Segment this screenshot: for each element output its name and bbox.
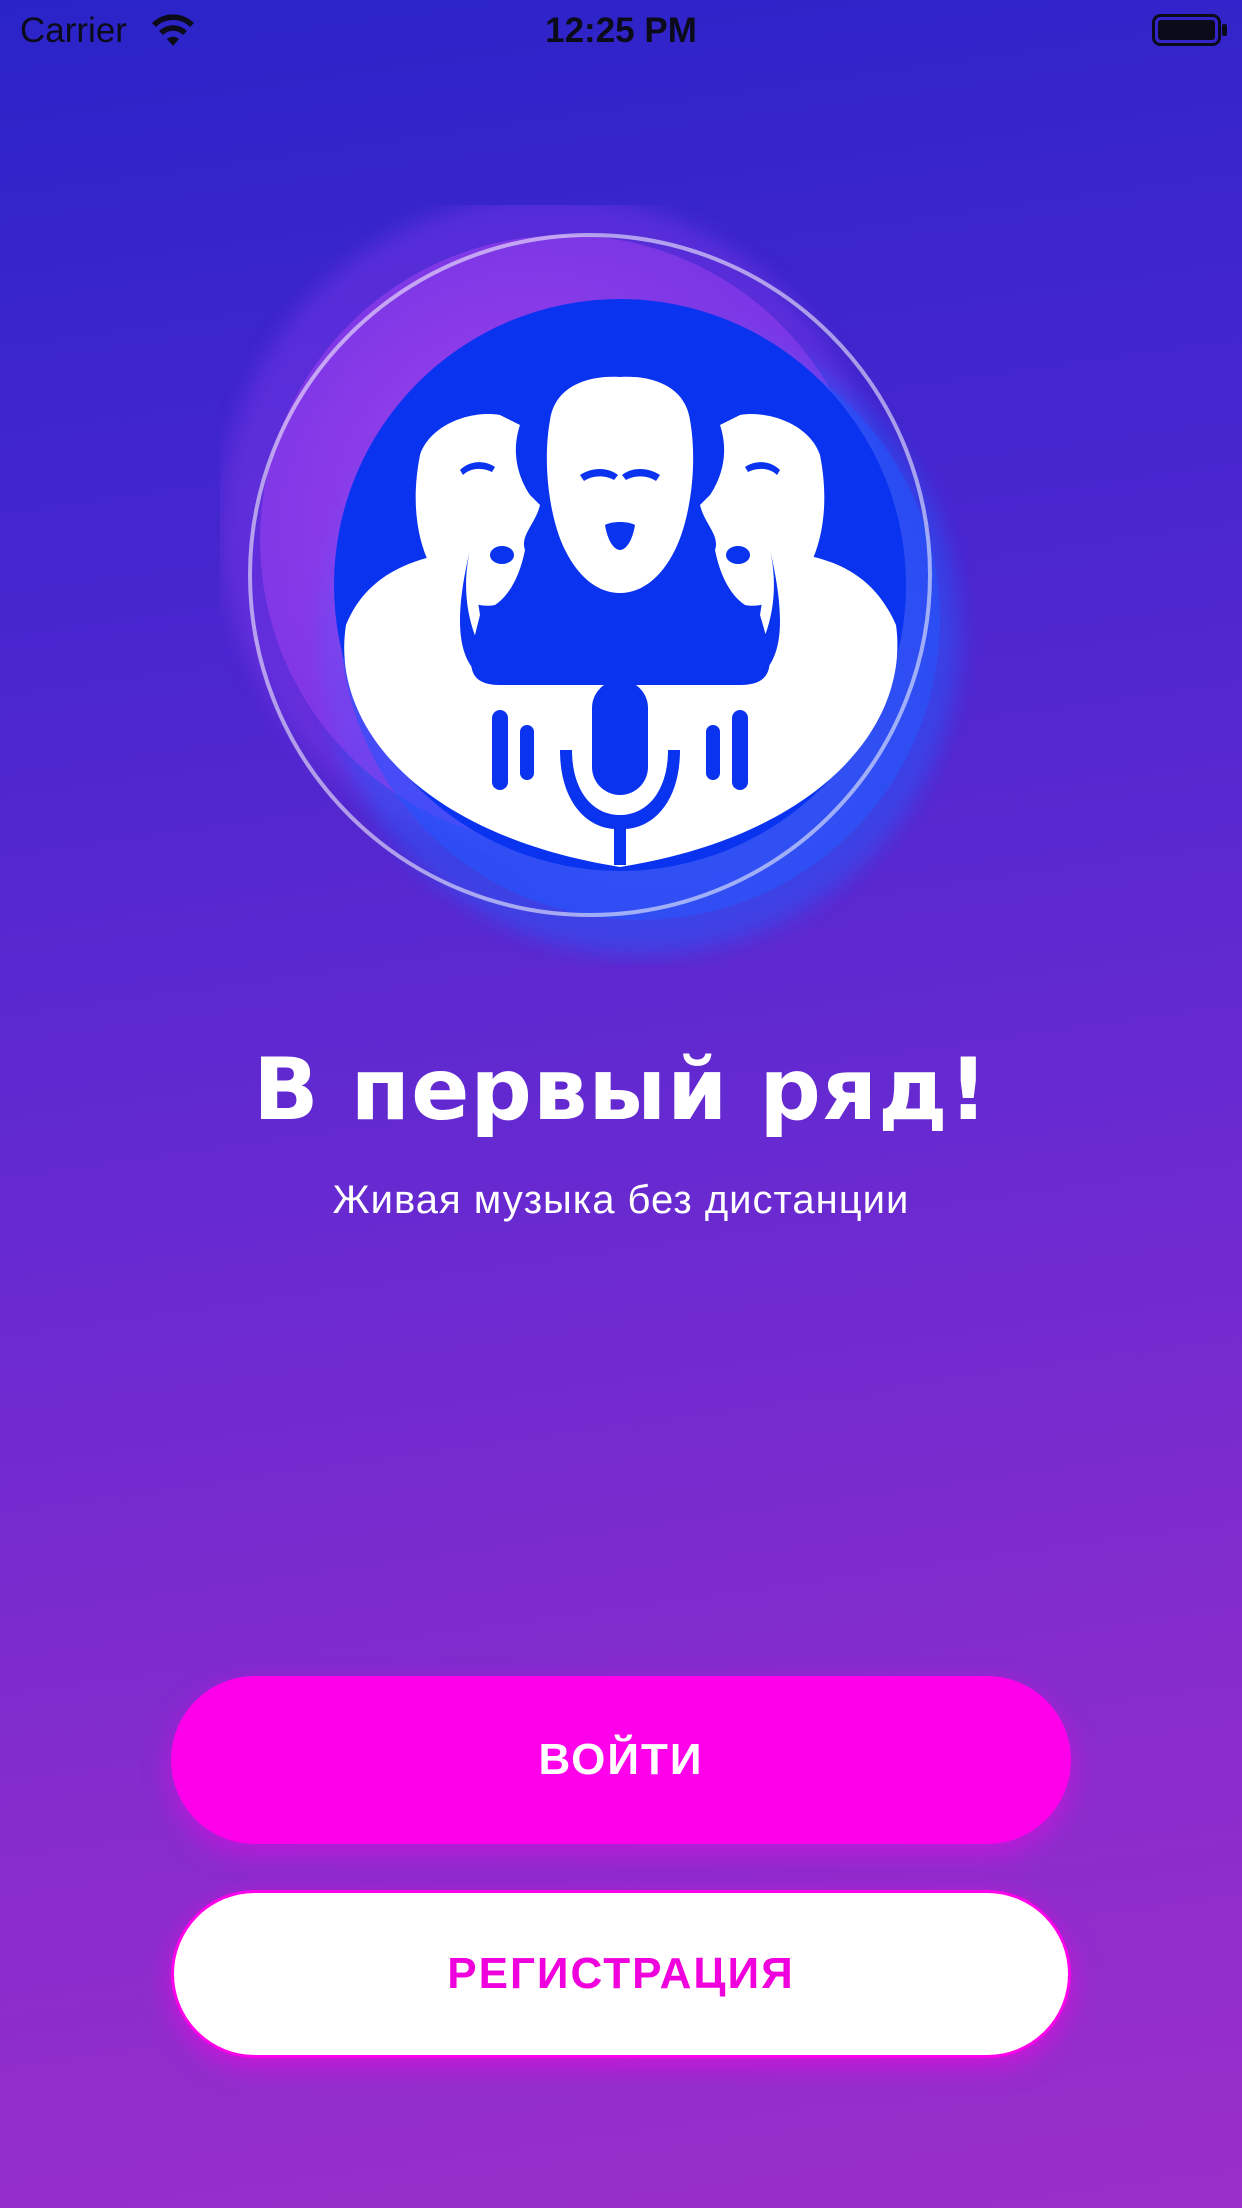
register-button[interactable]: РЕГИСТРАЦИЯ [171, 1890, 1071, 2058]
welcome-subtitle: Живая музыка без дистанции [332, 1178, 910, 1222]
app-logo [220, 205, 960, 955]
login-button[interactable]: ВОЙТИ [171, 1676, 1071, 1844]
status-time: 12:25 PM [545, 11, 697, 50]
login-button-label: ВОЙТИ [538, 1735, 704, 1784]
status-bar: Carrier 12:25 PM [0, 0, 1242, 62]
battery-icon [1152, 14, 1227, 46]
welcome-title: В первый ряд! [253, 1040, 989, 1140]
register-button-label: РЕГИСТРАЦИЯ [447, 1949, 795, 1998]
welcome-screen: Carrier 12:25 PM В первый ряд! Живая муз… [0, 0, 1242, 2208]
